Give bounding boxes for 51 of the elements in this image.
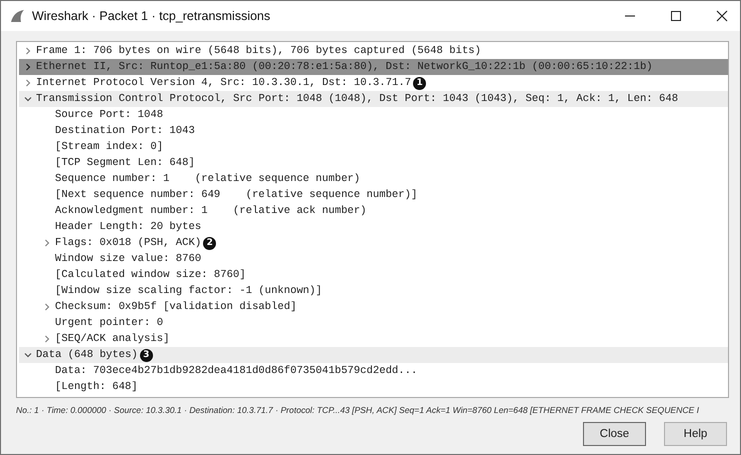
tree-row-text: [Stream index: 0] [55, 140, 164, 155]
packet-summary: No.: 1 · Time: 0.000000 · Source: 10.3.30.1 · Destination: 10.3.71.7 · Protocol: TCP...43 [PSH, ACK] Seq=1 Ack=1 Win=8760 Len=648 [ETHERNET FRAME CHECK SEQUENCE I [16, 404, 700, 417]
tree-row[interactable]: [Window size scaling factor: -1 (unknown)] [19, 283, 728, 299]
dialog-button[interactable]: Help [664, 422, 727, 446]
tree-row[interactable]: Ethernet II, Src: Runtop_e1:5a:80 (00:20:78:e1:5a:80), Dst: NetworkG_10:22:1b (00:00:65:10:22:1b) [19, 59, 728, 75]
tree-row-text: [Window size scaling factor: -1 (unknown)] [55, 284, 322, 299]
tree-row[interactable]: Frame 1: 706 bytes on wire (5648 bits), 706 bytes captured (5648 bits) [19, 43, 728, 59]
tree-row[interactable]: Data (648 bytes) 3 [19, 347, 728, 363]
tree-row[interactable]: Internet Protocol Version 4, Src: 10.3.30.1, Dst: 10.3.71.7 1 [19, 75, 728, 91]
tree-row-text: Frame 1: 706 bytes on wire (5648 bits), 706 bytes captured (5648 bits) [36, 44, 482, 59]
tree-row[interactable]: Data: 703ece4b27b1db9282dea4181d0d86f0735041b579cd2edd... [19, 363, 728, 379]
tree-row-text: Flags: 0x018 (PSH, ACK) [55, 236, 202, 251]
tree-row[interactable]: Window size value: 8760 [19, 251, 728, 267]
tree-row[interactable]: [Length: 648] [19, 379, 728, 395]
tree-row[interactable]: Flags: 0x018 (PSH, ACK) 2 [19, 235, 728, 251]
tree-row[interactable]: Acknowledgment number: 1 (relative ack number) [19, 203, 728, 219]
dialog-button[interactable]: Close [583, 422, 646, 446]
tree-row[interactable]: [Next sequence number: 649 (relative sequence number)] [19, 187, 728, 203]
tree-row-text: [SEQ/ACK analysis] [55, 332, 170, 347]
tree-row-text: [Length: 648] [55, 380, 138, 395]
window-title: Wireshark · Packet 1 · tcp_retransmissions [32, 9, 272, 23]
tree-row-text: Source Port: 1048 [55, 108, 164, 123]
tree-row[interactable]: Transmission Control Protocol, Src Port: 1048 (1048), Dst Port: 1043 (1043), Seq: 1, Ack: 1, Len: 648 [19, 91, 728, 107]
tree-row-text: Transmission Control Protocol, Src Port: 1048 (1048), Dst Port: 1043 (1043), Seq: 1, Ack: 1, Len: 648 [36, 92, 678, 107]
callout-number: 3 [140, 348, 153, 362]
tree-row[interactable]: Checksum: 0x9b5f [validation disabled] [19, 299, 728, 315]
tree-row[interactable]: [Calculated window size: 8760] [19, 267, 728, 283]
tree-row[interactable]: [Stream index: 0] [19, 139, 728, 155]
tree-row-text: [Calculated window size: 8760] [55, 268, 246, 283]
tree-row-text: Urgent pointer: 0 [55, 316, 164, 331]
tree-row-text: [TCP Segment Len: 648] [55, 156, 195, 171]
tree-row[interactable]: Destination Port: 1043 [19, 123, 728, 139]
tree-row-text: Destination Port: 1043 [55, 124, 195, 139]
callout-number: 2 [203, 236, 216, 250]
tree-row[interactable]: [SEQ/ACK analysis] [19, 331, 728, 347]
tree-row[interactable]: Urgent pointer: 0 [19, 315, 728, 331]
tree-row-text: Data: 703ece4b27b1db9282dea4181d0d86f0735041b579cd2edd... [55, 364, 418, 379]
tree-row[interactable]: Header Length: 20 bytes [19, 219, 728, 235]
callout-number: 1 [413, 76, 426, 90]
tree-row-text: Data (648 bytes) [36, 348, 138, 363]
tree-row-text: Checksum: 0x9b5f [validation disabled] [55, 300, 297, 315]
tree-row-text: Window size value: 8760 [55, 252, 202, 267]
tree-row[interactable]: Sequence number: 1 (relative sequence number) [19, 171, 728, 187]
tree-row-text: Acknowledgment number: 1 (relative ack number) [55, 204, 367, 219]
tree-row-text: Header Length: 20 bytes [55, 220, 202, 235]
tree-row-text: [Next sequence number: 649 (relative sequence number)] [55, 188, 418, 203]
tree-row[interactable]: [TCP Segment Len: 648] [19, 155, 728, 171]
tree-row[interactable]: Source Port: 1048 [19, 107, 728, 123]
tree-row-text: Sequence number: 1 (relative sequence number) [55, 172, 360, 187]
tree-row-text: Ethernet II, Src: Runtop_e1:5a:80 (00:20:78:e1:5a:80), Dst: NetworkG_10:22:1b (00:00:65:10:22:1b) [36, 60, 653, 75]
tree-row-text: Internet Protocol Version 4, Src: 10.3.30.1, Dst: 10.3.71.7 [36, 76, 412, 91]
